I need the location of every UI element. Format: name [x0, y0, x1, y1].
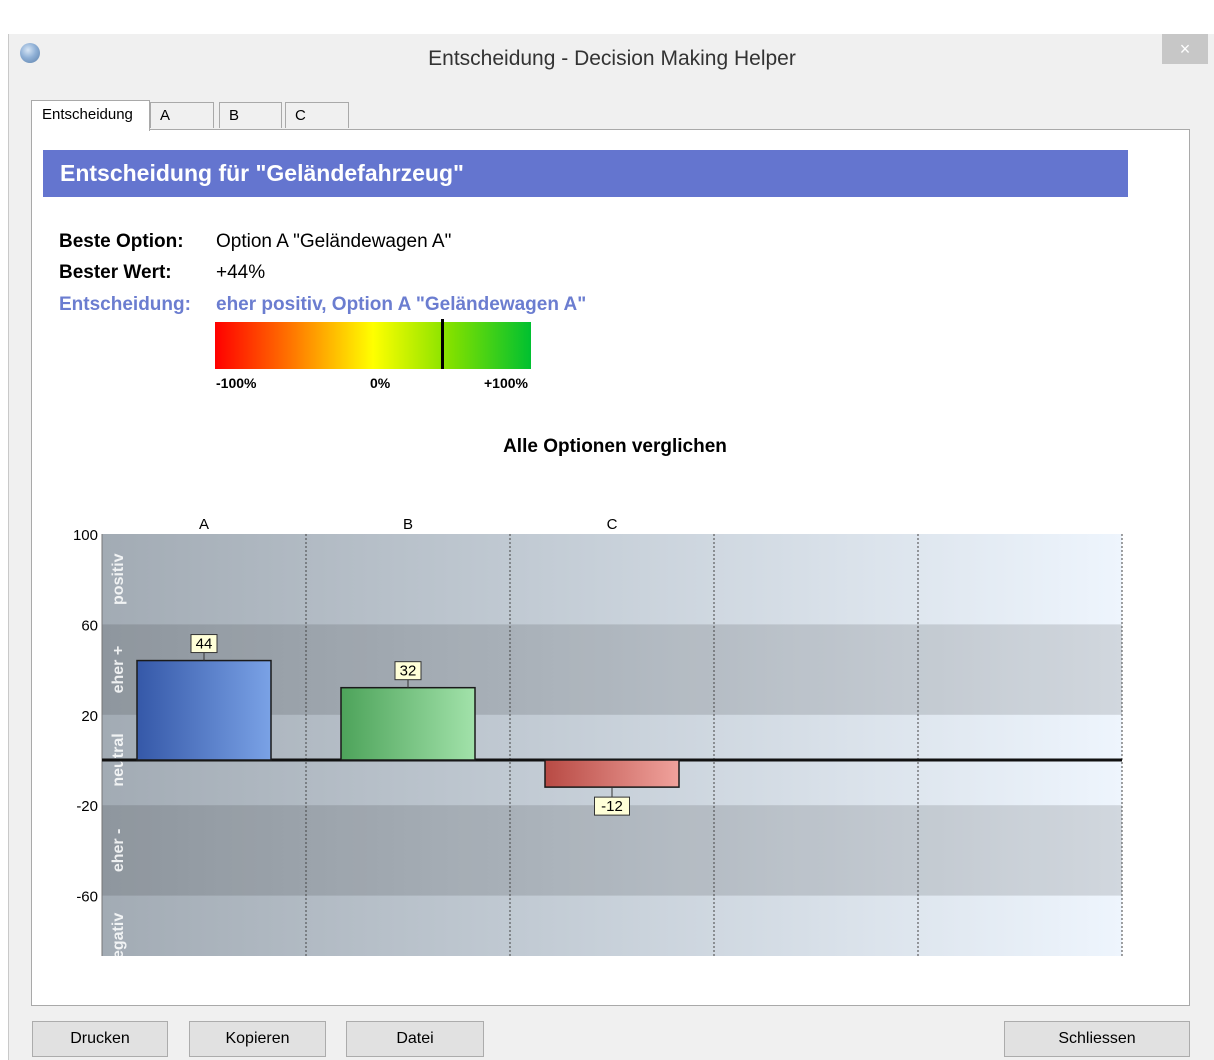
- close-window-button[interactable]: ×: [1162, 34, 1208, 64]
- tab-label: Entscheidung: [42, 106, 133, 123]
- zone-label: negativ: [110, 913, 127, 956]
- best-option-value: Option A "Geländewagen A": [216, 231, 452, 252]
- copy-button[interactable]: Kopieren: [189, 1021, 326, 1057]
- bar-c: [544, 759, 680, 788]
- decision-panel: Entscheidung für "Geländefahrzeug" Beste…: [31, 129, 1190, 1006]
- close-button[interactable]: Schliessen: [1004, 1021, 1190, 1057]
- data-label: 44: [196, 636, 213, 653]
- tab-b[interactable]: B: [219, 102, 282, 128]
- y-tick-label: -20: [76, 798, 98, 815]
- best-value-value: +44%: [216, 262, 266, 283]
- window-title: Entscheidung - Decision Making Helper: [428, 47, 796, 70]
- decision-label: Entscheidung:: [59, 294, 191, 315]
- title-bar: Entscheidung - Decision Making Helper ×: [9, 34, 1214, 80]
- app-window: Entscheidung - Decision Making Helper × …: [8, 34, 1214, 1060]
- gauge-max-label: +100%: [484, 375, 528, 391]
- tab-c[interactable]: C: [285, 102, 349, 128]
- best-option-label: Beste Option:: [59, 231, 184, 252]
- best-value-label: Bester Wert:: [59, 262, 172, 283]
- data-label: 32: [400, 663, 417, 680]
- tab-entscheidung[interactable]: Entscheidung: [31, 100, 150, 131]
- y-tick-label: 20: [81, 708, 98, 725]
- data-label: -12: [601, 798, 623, 815]
- zone-label: eher +: [110, 646, 127, 694]
- print-button[interactable]: Drucken: [32, 1021, 168, 1057]
- y-tick-label: 100: [73, 527, 98, 544]
- tab-label: B: [229, 107, 240, 124]
- category-label: B: [403, 516, 413, 533]
- y-tick-label: -60: [76, 889, 98, 906]
- tab-a[interactable]: A: [150, 102, 214, 128]
- zone-band: [102, 805, 1122, 896]
- decision-value: eher positiv, Option A "Geländewagen A": [216, 294, 587, 315]
- comparison-chart: positiveher +neutraleher -negativ1006020…: [73, 516, 1123, 956]
- file-button[interactable]: Datei: [346, 1021, 484, 1057]
- gauge-min-label: -100%: [216, 375, 257, 391]
- bar-b: [340, 686, 476, 761]
- zone-label: positiv: [110, 553, 127, 605]
- bar-a: [136, 659, 272, 761]
- category-label: C: [607, 516, 618, 533]
- chart-title: Alle Optionen verglichen: [503, 436, 727, 457]
- tab-label: C: [295, 107, 306, 124]
- y-tick-label: 60: [81, 617, 98, 634]
- tab-label: A: [160, 107, 171, 124]
- gauge-mid-label: 0%: [370, 375, 391, 391]
- zone-label: eher -: [110, 829, 127, 873]
- decision-gauge: [215, 319, 531, 369]
- gauge-marker: [441, 319, 445, 369]
- decision-header: Entscheidung für "Geländefahrzeug": [43, 150, 1128, 197]
- category-label: A: [199, 516, 209, 533]
